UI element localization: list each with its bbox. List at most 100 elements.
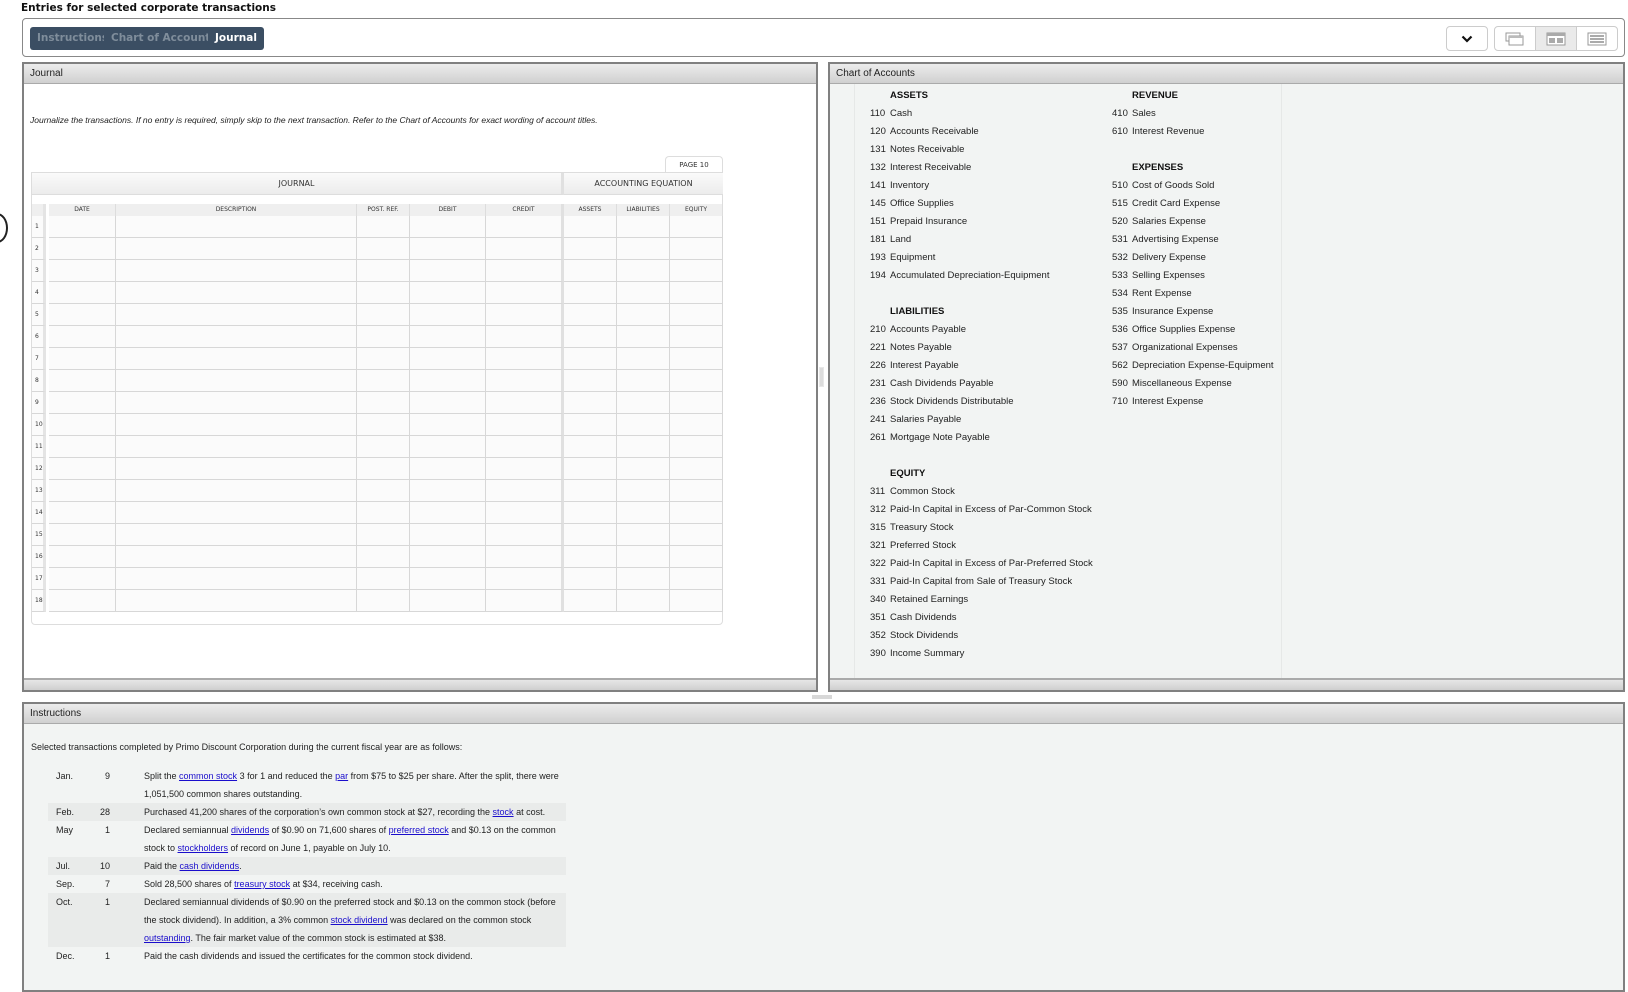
debit-input[interactable] bbox=[410, 370, 486, 392]
post-ref-input[interactable] bbox=[357, 216, 410, 238]
assets-input[interactable] bbox=[564, 480, 617, 502]
post-ref-input[interactable] bbox=[357, 370, 410, 392]
date-input[interactable] bbox=[49, 216, 116, 238]
description-input[interactable] bbox=[116, 260, 357, 282]
post-ref-input[interactable] bbox=[357, 590, 410, 612]
debit-input[interactable] bbox=[410, 414, 486, 436]
description-input[interactable] bbox=[116, 436, 357, 458]
date-input[interactable] bbox=[49, 436, 116, 458]
assets-input[interactable] bbox=[564, 304, 617, 326]
equity-input[interactable] bbox=[670, 568, 723, 590]
post-ref-input[interactable] bbox=[357, 348, 410, 370]
date-input[interactable] bbox=[49, 458, 116, 480]
liabilities-input[interactable] bbox=[617, 436, 670, 458]
date-input[interactable] bbox=[49, 480, 116, 502]
credit-input[interactable] bbox=[486, 480, 564, 502]
assets-input[interactable] bbox=[564, 392, 617, 414]
date-input[interactable] bbox=[49, 260, 116, 282]
debit-input[interactable] bbox=[410, 458, 486, 480]
equity-input[interactable] bbox=[670, 414, 723, 436]
debit-input[interactable] bbox=[410, 326, 486, 348]
liabilities-input[interactable] bbox=[617, 502, 670, 524]
debit-input[interactable] bbox=[410, 392, 486, 414]
date-input[interactable] bbox=[49, 590, 116, 612]
assets-input[interactable] bbox=[564, 238, 617, 260]
assets-input[interactable] bbox=[564, 524, 617, 546]
credit-input[interactable] bbox=[486, 546, 564, 568]
equity-input[interactable] bbox=[670, 590, 723, 612]
glossary-link[interactable]: dividends bbox=[231, 825, 269, 835]
split-view-button[interactable] bbox=[1535, 26, 1577, 51]
debit-input[interactable] bbox=[410, 304, 486, 326]
debit-input[interactable] bbox=[410, 238, 486, 260]
post-ref-input[interactable] bbox=[357, 282, 410, 304]
assets-input[interactable] bbox=[564, 260, 617, 282]
assets-input[interactable] bbox=[564, 458, 617, 480]
credit-input[interactable] bbox=[486, 458, 564, 480]
debit-input[interactable] bbox=[410, 568, 486, 590]
assets-input[interactable] bbox=[564, 282, 617, 304]
glossary-link[interactable]: stock dividend bbox=[331, 915, 388, 925]
assets-input[interactable] bbox=[564, 568, 617, 590]
credit-input[interactable] bbox=[486, 326, 564, 348]
post-ref-input[interactable] bbox=[357, 392, 410, 414]
tab-instructions[interactable]: Instructions bbox=[30, 27, 116, 50]
tab-chart-of-accounts[interactable]: Chart of Accounts bbox=[104, 27, 224, 50]
credit-input[interactable] bbox=[486, 392, 564, 414]
credit-input[interactable] bbox=[486, 282, 564, 304]
liabilities-input[interactable] bbox=[617, 282, 670, 304]
liabilities-input[interactable] bbox=[617, 304, 670, 326]
liabilities-input[interactable] bbox=[617, 480, 670, 502]
credit-input[interactable] bbox=[486, 590, 564, 612]
credit-input[interactable] bbox=[486, 436, 564, 458]
post-ref-input[interactable] bbox=[357, 546, 410, 568]
date-input[interactable] bbox=[49, 238, 116, 260]
debit-input[interactable] bbox=[410, 260, 486, 282]
date-input[interactable] bbox=[49, 348, 116, 370]
equity-input[interactable] bbox=[670, 304, 723, 326]
description-input[interactable] bbox=[116, 348, 357, 370]
description-input[interactable] bbox=[116, 568, 357, 590]
date-input[interactable] bbox=[49, 524, 116, 546]
description-input[interactable] bbox=[116, 370, 357, 392]
post-ref-input[interactable] bbox=[357, 568, 410, 590]
liabilities-input[interactable] bbox=[617, 326, 670, 348]
debit-input[interactable] bbox=[410, 282, 486, 304]
liabilities-input[interactable] bbox=[617, 392, 670, 414]
glossary-link[interactable]: stock bbox=[493, 807, 514, 817]
liabilities-input[interactable] bbox=[617, 370, 670, 392]
equity-input[interactable] bbox=[670, 370, 723, 392]
credit-input[interactable] bbox=[486, 568, 564, 590]
date-input[interactable] bbox=[49, 392, 116, 414]
assets-input[interactable] bbox=[564, 590, 617, 612]
liabilities-input[interactable] bbox=[617, 260, 670, 282]
credit-input[interactable] bbox=[486, 502, 564, 524]
date-input[interactable] bbox=[49, 282, 116, 304]
equity-input[interactable] bbox=[670, 392, 723, 414]
view-dropdown-button[interactable] bbox=[1446, 26, 1488, 51]
liabilities-input[interactable] bbox=[617, 238, 670, 260]
liabilities-input[interactable] bbox=[617, 216, 670, 238]
tab-journal[interactable]: Journal bbox=[208, 27, 264, 50]
equity-input[interactable] bbox=[670, 260, 723, 282]
date-input[interactable] bbox=[49, 502, 116, 524]
date-input[interactable] bbox=[49, 326, 116, 348]
list-view-button[interactable] bbox=[1576, 26, 1618, 51]
assets-input[interactable] bbox=[564, 348, 617, 370]
description-input[interactable] bbox=[116, 414, 357, 436]
equity-input[interactable] bbox=[670, 436, 723, 458]
date-input[interactable] bbox=[49, 304, 116, 326]
assets-input[interactable] bbox=[564, 436, 617, 458]
liabilities-input[interactable] bbox=[617, 546, 670, 568]
equity-input[interactable] bbox=[670, 216, 723, 238]
assets-input[interactable] bbox=[564, 370, 617, 392]
debit-input[interactable] bbox=[410, 348, 486, 370]
glossary-link[interactable]: common stock bbox=[179, 771, 237, 781]
post-ref-input[interactable] bbox=[357, 436, 410, 458]
description-input[interactable] bbox=[116, 458, 357, 480]
glossary-link[interactable]: cash dividends bbox=[180, 861, 240, 871]
debit-input[interactable] bbox=[410, 590, 486, 612]
liabilities-input[interactable] bbox=[617, 458, 670, 480]
post-ref-input[interactable] bbox=[357, 502, 410, 524]
description-input[interactable] bbox=[116, 524, 357, 546]
